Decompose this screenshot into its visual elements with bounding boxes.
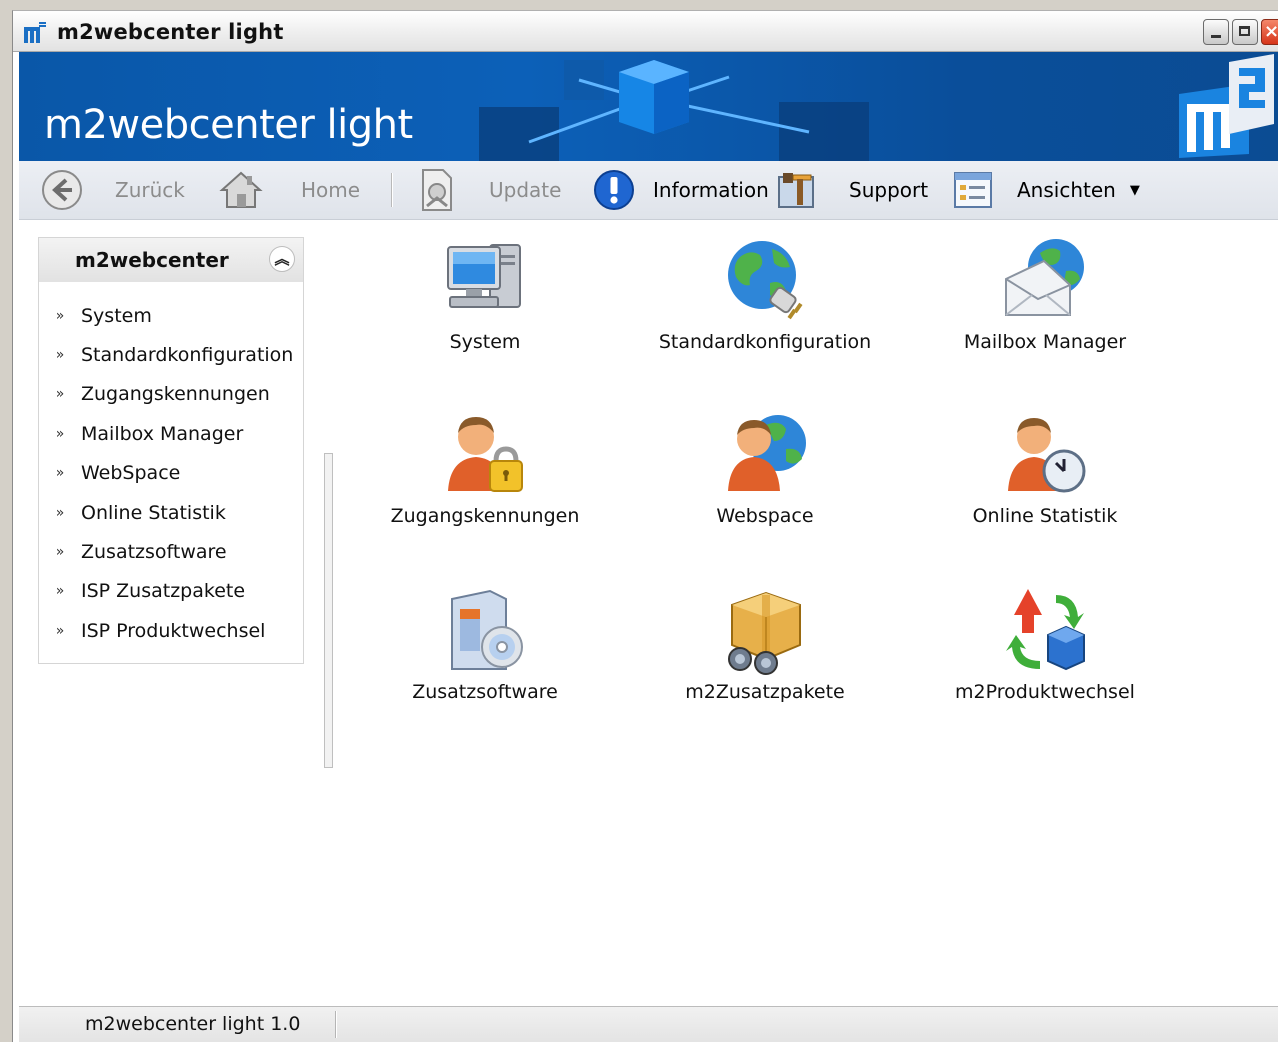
tile-label: Webspace bbox=[716, 505, 814, 527]
chevron-right-icon: » bbox=[55, 386, 65, 403]
sidebar-item-mailbox-manager[interactable]: » Mailbox Manager bbox=[39, 414, 303, 453]
tile-label: Zusatzsoftware bbox=[412, 681, 558, 703]
tile-online-statistik[interactable]: Online Statistik bbox=[925, 409, 1165, 527]
user-globe-icon bbox=[728, 415, 806, 491]
dropdown-arrow-icon: ▼ bbox=[1129, 182, 1140, 198]
main-toolbar: Zurück Home Update Information Support A… bbox=[19, 161, 1278, 220]
banner-title: m2webcenter light bbox=[44, 102, 413, 148]
tile-label: Online Statistik bbox=[972, 505, 1118, 527]
status-separator bbox=[335, 1011, 336, 1038]
status-bar: m2webcenter light 1.0 bbox=[19, 1006, 1278, 1042]
sidebar-item-standardkonfiguration[interactable]: » Standardkonfiguration bbox=[39, 335, 303, 374]
tile-m2produktwechsel[interactable]: m2Produktwechsel bbox=[925, 585, 1165, 703]
views-dropdown[interactable]: Ansichten ▼ bbox=[953, 161, 1140, 219]
double-chevron-up-icon: ︽ bbox=[274, 250, 290, 268]
tile-label: Standardkonfiguration bbox=[658, 331, 872, 353]
user-lock-icon bbox=[448, 417, 523, 492]
views-label: Ansichten bbox=[1017, 178, 1116, 202]
information-button[interactable]: Information bbox=[593, 161, 769, 219]
update-button[interactable]: Update bbox=[417, 161, 561, 219]
globe-plug-icon bbox=[728, 241, 803, 320]
collapse-button[interactable]: ︽ bbox=[269, 246, 295, 272]
home-button[interactable]: Home bbox=[219, 161, 360, 219]
sidebar-item-label: Online Statistik bbox=[81, 501, 226, 524]
tile-system[interactable]: System bbox=[365, 235, 605, 353]
sidebar-item-webspace[interactable]: » WebSpace bbox=[39, 454, 303, 493]
back-label: Zurück bbox=[115, 178, 185, 202]
sidebar-item-isp-produktwechsel[interactable]: » ISP Produktwechsel bbox=[39, 611, 303, 650]
update-icon bbox=[422, 169, 452, 211]
chevron-right-icon: » bbox=[55, 504, 65, 521]
chevron-right-icon: » bbox=[55, 307, 65, 324]
user-clock-icon bbox=[1008, 418, 1086, 493]
sidebar-item-label: Zugangskennungen bbox=[81, 383, 270, 406]
maximize-button[interactable] bbox=[1232, 19, 1258, 45]
sidebar-item-label: Zusatzsoftware bbox=[81, 541, 227, 564]
sidebar-item-system[interactable]: » System bbox=[39, 296, 303, 335]
sidebar-item-label: WebSpace bbox=[81, 462, 181, 485]
network-cubes-graphic bbox=[479, 60, 869, 161]
package-binoculars-icon bbox=[728, 591, 801, 675]
back-button[interactable]: Zurück bbox=[41, 161, 185, 219]
support-tools-icon bbox=[778, 173, 814, 208]
chevron-right-icon: » bbox=[55, 465, 65, 482]
tile-standardkonfiguration[interactable]: Standardkonfiguration bbox=[645, 235, 885, 353]
header-banner: m2webcenter light bbox=[19, 52, 1278, 161]
tile-webspace[interactable]: Webspace bbox=[645, 409, 885, 527]
tile-label: Mailbox Manager bbox=[963, 331, 1127, 353]
maximize-icon bbox=[1239, 26, 1250, 36]
chevron-right-icon: » bbox=[55, 544, 65, 561]
sidebar-item-zusatzsoftware[interactable]: » Zusatzsoftware bbox=[39, 532, 303, 571]
chevron-right-icon: » bbox=[55, 622, 65, 639]
support-label: Support bbox=[849, 178, 929, 202]
tile-label: m2Zusatzpakete bbox=[685, 681, 845, 703]
toolbar-separator bbox=[391, 173, 392, 207]
panel-splitter[interactable] bbox=[324, 453, 333, 768]
m2-logo-icon bbox=[1179, 54, 1274, 158]
title-bar[interactable]: m2webcenter light × bbox=[13, 11, 1278, 52]
app-window: m2webcenter light × m2webcenter light Zu… bbox=[12, 10, 1278, 1042]
mail-globe-icon bbox=[1005, 239, 1084, 316]
sidebar-list: » System » Standardkonfiguration » Zugangsk… bbox=[39, 282, 303, 651]
tile-label: Zugangskennungen bbox=[390, 505, 580, 527]
sidebar-item-isp-zusatzpakete[interactable]: » ISP Zusatzpakete bbox=[39, 572, 303, 611]
chevron-right-icon: » bbox=[55, 425, 65, 442]
chevron-right-icon: » bbox=[55, 347, 65, 364]
tile-zusatzsoftware[interactable]: Zusatzsoftware bbox=[365, 585, 605, 703]
chevron-right-icon: » bbox=[55, 583, 65, 600]
cube-arrows-icon bbox=[1006, 589, 1085, 671]
sidebar-item-zugangskennungen[interactable]: » Zugangskennungen bbox=[39, 375, 303, 414]
update-label: Update bbox=[489, 178, 562, 202]
home-label: Home bbox=[301, 178, 361, 202]
sidebar-header[interactable]: m2webcenter ︽ bbox=[39, 238, 303, 282]
sidebar-panel: m2webcenter ︽ » System » Standardkonfigura… bbox=[38, 237, 304, 664]
version-text: m2webcenter light 1.0 bbox=[85, 1013, 301, 1035]
support-button[interactable]: Support bbox=[775, 161, 928, 219]
tile-mailbox-manager[interactable]: Mailbox Manager bbox=[925, 235, 1165, 353]
back-arrow-icon bbox=[42, 170, 82, 210]
sidebar-item-label: System bbox=[81, 304, 152, 327]
tile-label: System bbox=[449, 331, 521, 353]
sidebar-title: m2webcenter bbox=[75, 248, 229, 272]
sidebar-item-label: ISP Zusatzpakete bbox=[81, 580, 246, 603]
minimize-icon bbox=[1211, 35, 1221, 38]
software-cd-icon bbox=[451, 589, 523, 670]
sidebar-item-label: Standardkonfiguration bbox=[81, 344, 294, 367]
views-list-icon bbox=[954, 172, 992, 208]
home-icon bbox=[219, 171, 263, 208]
app-logo-icon bbox=[24, 22, 46, 43]
minimize-button[interactable] bbox=[1203, 19, 1229, 45]
sidebar-item-online-statistik[interactable]: » Online Statistik bbox=[39, 493, 303, 532]
information-label: Information bbox=[653, 178, 769, 202]
tile-label: m2Produktwechsel bbox=[955, 681, 1135, 703]
close-icon: × bbox=[1264, 21, 1278, 42]
window-title: m2webcenter light bbox=[57, 20, 284, 44]
close-button[interactable]: × bbox=[1261, 19, 1278, 45]
sidebar-item-label: ISP Produktwechsel bbox=[81, 619, 266, 642]
info-icon bbox=[594, 170, 634, 210]
tile-zugangskennungen[interactable]: Zugangskennungen bbox=[365, 409, 605, 527]
sidebar-item-label: Mailbox Manager bbox=[81, 422, 244, 445]
tile-m2zusatzpakete[interactable]: m2Zusatzpakete bbox=[645, 585, 885, 703]
computer-icon bbox=[447, 244, 521, 308]
